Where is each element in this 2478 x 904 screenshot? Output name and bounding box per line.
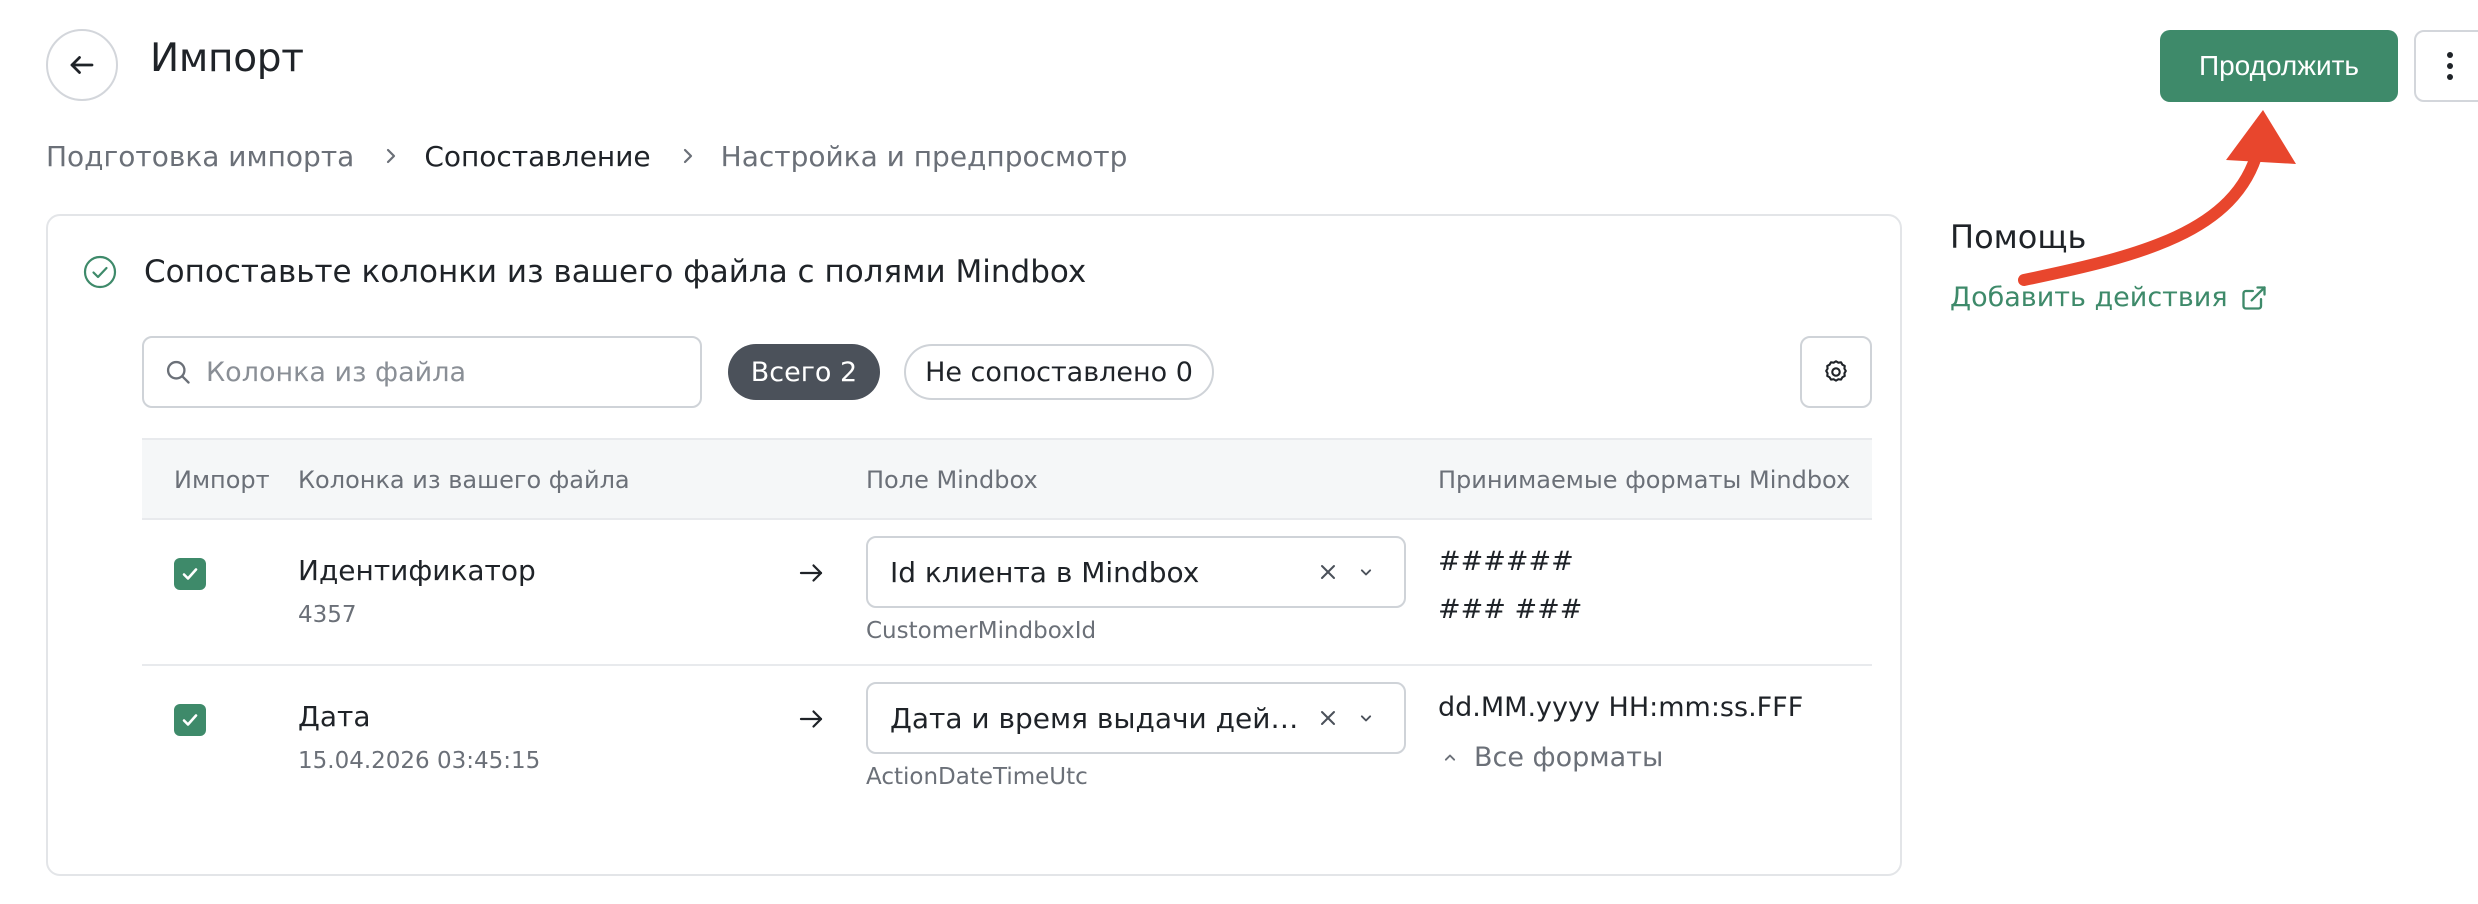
column-header-import: Импорт bbox=[174, 466, 270, 494]
filter-total-chip[interactable]: Всего 2 bbox=[728, 344, 880, 400]
breadcrumb: Подготовка импорта Сопоставление Настрой… bbox=[46, 136, 1127, 176]
gear-icon bbox=[1825, 360, 1847, 382]
mindbox-field-system-name: CustomerMindboxId bbox=[866, 618, 1097, 644]
breadcrumb-step-mapping[interactable]: Сопоставление bbox=[424, 140, 650, 173]
import-checkbox[interactable] bbox=[174, 558, 206, 590]
close-icon[interactable] bbox=[1316, 560, 1340, 584]
mindbox-field-select[interactable]: Дата и время выдачи дейс... bbox=[866, 682, 1406, 754]
file-column-sample: 4357 bbox=[298, 602, 357, 628]
help-title: Помощь bbox=[1950, 218, 2087, 256]
accepted-format: ### ### bbox=[1438, 594, 1583, 625]
mindbox-field-select[interactable]: Id клиента в Mindbox bbox=[866, 536, 1406, 608]
breadcrumb-step-settings[interactable]: Настройка и предпросмотр bbox=[721, 140, 1128, 173]
mapping-card-title: Сопоставьте колонки из вашего файла с по… bbox=[144, 254, 1087, 290]
accepted-format: ###### bbox=[1438, 546, 1574, 577]
chevron-down-icon[interactable] bbox=[1356, 562, 1376, 582]
search-icon bbox=[166, 360, 190, 384]
check-icon bbox=[182, 568, 198, 580]
column-header-file-column: Колонка из вашего файла bbox=[298, 466, 630, 494]
mapping-card-header: Сопоставьте колонки из вашего файла с по… bbox=[82, 254, 1086, 290]
filter-unmatched-chip[interactable]: Не сопоставлено 0 bbox=[904, 344, 1214, 400]
chevron-up-icon bbox=[1444, 754, 1456, 761]
mapping-table: Импорт Колонка из вашего файла Поле Mind… bbox=[142, 438, 1872, 812]
table-row: Дата 15.04.2026 03:45:15 Дата и время вы… bbox=[142, 666, 1872, 812]
mindbox-field-value: Id клиента в Mindbox bbox=[890, 555, 1200, 589]
external-link-icon bbox=[2241, 285, 2266, 310]
import-checkbox[interactable] bbox=[174, 704, 206, 736]
close-icon[interactable] bbox=[1316, 706, 1340, 730]
table-settings-button[interactable] bbox=[1800, 336, 1872, 408]
file-column-sample: 15.04.2026 03:45:15 bbox=[298, 748, 541, 774]
arrow-right-icon bbox=[799, 564, 823, 582]
mindbox-field-system-name: ActionDateTimeUtc bbox=[866, 764, 1088, 790]
accepted-format: dd.MM.yyyy HH:mm:ss.FFF bbox=[1438, 692, 1804, 723]
check-circle-icon bbox=[83, 255, 117, 289]
back-button[interactable] bbox=[46, 29, 118, 101]
check-icon bbox=[182, 714, 198, 726]
file-column-name: Дата bbox=[298, 700, 371, 733]
mindbox-field-value: Дата и время выдачи дейс... bbox=[890, 701, 1310, 735]
column-search[interactable] bbox=[142, 336, 702, 408]
all-formats-toggle[interactable]: Все форматы bbox=[1440, 742, 1663, 773]
column-header-mindbox-field: Поле Mindbox bbox=[866, 466, 1038, 494]
mapping-card: Сопоставьте колонки из вашего файла с по… bbox=[46, 214, 1902, 876]
add-actions-link-label: Добавить действия bbox=[1950, 282, 2228, 313]
breadcrumb-step-preparation[interactable]: Подготовка импорта bbox=[46, 140, 354, 173]
continue-button[interactable]: Продолжить bbox=[2160, 30, 2398, 102]
page-title: Импорт bbox=[150, 36, 304, 81]
table-row: Идентификатор 4357 Id клиента в Mindbox … bbox=[142, 520, 1872, 666]
arrow-right-icon bbox=[799, 710, 823, 728]
add-actions-link[interactable]: Добавить действия bbox=[1950, 282, 2268, 313]
file-column-name: Идентификатор bbox=[298, 554, 536, 587]
column-header-formats: Принимаемые форматы Mindbox bbox=[1438, 466, 1851, 494]
search-input[interactable] bbox=[206, 356, 666, 388]
arrow-left-icon bbox=[70, 56, 94, 74]
chevron-right-icon bbox=[384, 147, 398, 165]
chevron-down-icon[interactable] bbox=[1356, 708, 1376, 728]
kebab-icon bbox=[2447, 52, 2453, 80]
more-button[interactable] bbox=[2414, 30, 2478, 102]
chevron-right-icon bbox=[681, 147, 695, 165]
all-formats-label: Все форматы bbox=[1474, 742, 1664, 773]
table-header: Импорт Колонка из вашего файла Поле Mind… bbox=[142, 438, 1872, 520]
